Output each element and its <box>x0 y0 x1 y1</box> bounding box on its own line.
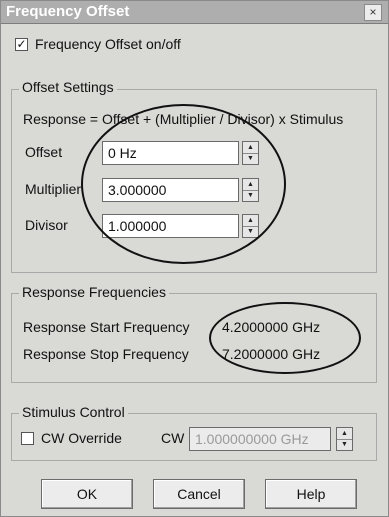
multiplier-input[interactable]: 3.000000 <box>102 178 239 202</box>
cancel-button[interactable]: Cancel <box>153 479 245 509</box>
title-bar: Frequency Offset × <box>1 1 388 24</box>
cw-override-checkbox[interactable] <box>21 432 34 445</box>
frequency-offset-label: Frequency Offset on/off <box>35 36 181 52</box>
spin-up-icon: ▲ <box>247 181 254 188</box>
multiplier-spinner[interactable]: ▲ ▼ <box>242 178 259 202</box>
ok-button[interactable]: OK <box>41 479 133 509</box>
offset-label: Offset <box>25 144 63 160</box>
cw-override-label: CW Override <box>41 430 122 446</box>
stimulus-control-title: Stimulus Control <box>19 404 128 420</box>
cw-label: CW <box>161 430 185 446</box>
dialog-title: Frequency Offset <box>6 3 130 20</box>
response-start-value: 4.2000000 GHz <box>222 319 321 335</box>
multiplier-label: Multiplier <box>25 181 82 197</box>
close-icon: × <box>369 5 377 19</box>
response-frequencies-title: Response Frequencies <box>19 284 169 300</box>
response-frequencies-group <box>11 293 377 383</box>
offset-settings-title: Offset Settings <box>19 79 117 95</box>
spin-up-icon: ▲ <box>247 217 254 224</box>
help-button[interactable]: Help <box>265 479 357 509</box>
spin-down-icon: ▼ <box>247 192 254 199</box>
formula-text: Response = Offset + (Multiplier / Diviso… <box>23 111 344 127</box>
frequency-offset-dialog: Frequency Offset × ✓ Frequency Offset on… <box>0 0 389 517</box>
divisor-label: Divisor <box>25 217 68 233</box>
divisor-spin-down-button[interactable]: ▼ <box>243 226 258 237</box>
divisor-value: 1.000000 <box>108 218 167 234</box>
frequency-offset-checkbox[interactable]: ✓ <box>15 38 28 51</box>
cw-input[interactable]: 1.000000000 GHz <box>189 427 331 451</box>
close-button[interactable]: × <box>364 4 382 21</box>
cw-value: 1.000000000 GHz <box>195 431 309 447</box>
response-stop-value: 7.2000000 GHz <box>222 346 321 362</box>
spin-up-icon: ▲ <box>341 430 348 437</box>
spin-down-icon: ▼ <box>247 228 254 235</box>
multiplier-spin-down-button[interactable]: ▼ <box>243 190 258 201</box>
offset-spin-down-button[interactable]: ▼ <box>243 153 258 164</box>
spin-up-icon: ▲ <box>247 144 254 151</box>
divisor-spinner[interactable]: ▲ ▼ <box>242 214 259 238</box>
divisor-input[interactable]: 1.000000 <box>102 214 239 238</box>
offset-spinner[interactable]: ▲ ▼ <box>242 141 259 165</box>
spin-down-icon: ▼ <box>247 155 254 162</box>
offset-input[interactable]: 0 Hz <box>102 141 239 165</box>
cw-spin-down-button[interactable]: ▼ <box>337 439 352 450</box>
response-stop-label: Response Stop Frequency <box>23 346 189 362</box>
offset-value: 0 Hz <box>108 145 137 161</box>
checkmark-icon: ✓ <box>16 37 27 51</box>
cw-spinner[interactable]: ▲ ▼ <box>336 427 353 451</box>
multiplier-value: 3.000000 <box>108 182 167 198</box>
response-start-label: Response Start Frequency <box>23 319 190 335</box>
spin-down-icon: ▼ <box>341 441 348 448</box>
